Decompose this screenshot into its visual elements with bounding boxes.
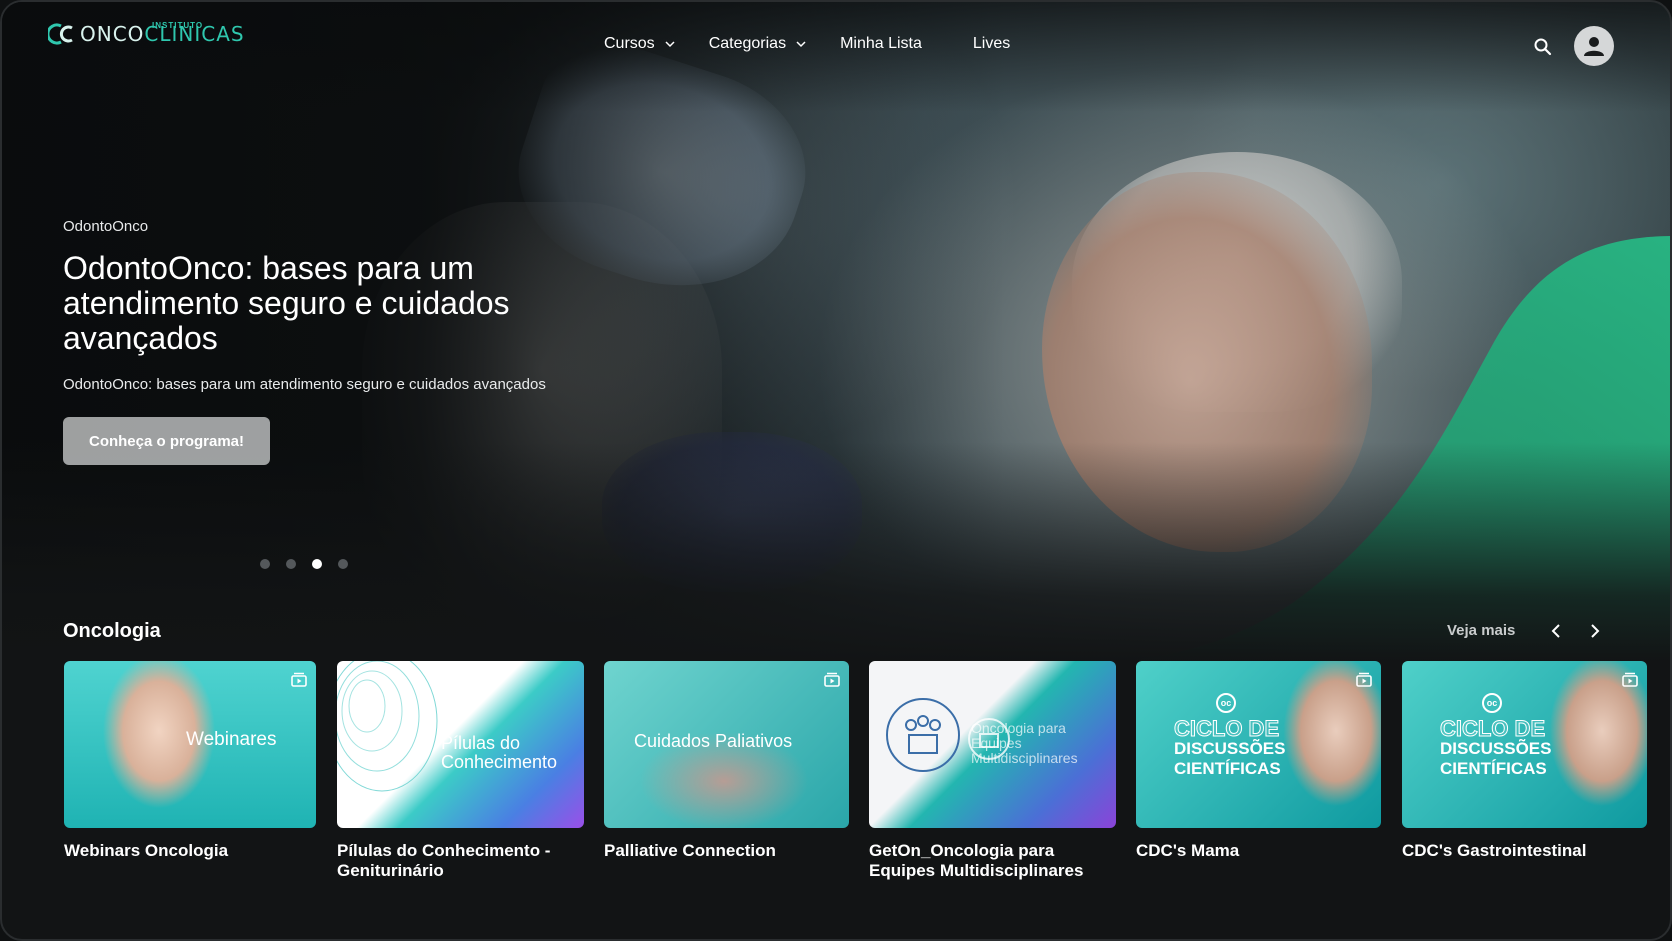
course-card[interactable]: Webinares Webinars Oncologia [64,661,316,861]
playlist-icon [291,672,307,687]
playlist-icon [1622,672,1638,687]
user-avatar[interactable] [1574,26,1614,66]
hero-content: OdontoOnco OdontoOnco: bases para um ate… [63,218,583,393]
menu-item-label: Minha Lista [840,35,922,52]
course-thumbnail[interactable]: oc CICLO DE DISCUSSÕES CIENTÍFICAS [1402,661,1647,828]
logo-subtitle: INSTITUTO [152,21,204,30]
app-window: INSTITUTO ONCOCLINICAS Cursos Categorias… [0,0,1672,941]
oc-logo-icon: oc [1216,693,1236,713]
course-thumbnail[interactable]: Oncologia para Equipes Multidisciplinare… [869,661,1116,828]
oc-logo-icon: oc [1482,693,1502,713]
thumbnail-label: Oncologia para Equipes Multidisciplinare… [971,720,1078,766]
playlist-icon [1356,672,1372,687]
menu-item-minha-lista[interactable]: Minha Lista [840,35,922,53]
menu-item-label: Categorias [708,35,787,52]
carousel-dot-1[interactable] [260,559,270,569]
course-thumbnail[interactable]: oc CICLO DE DISCUSSÕES CIENTÍFICAS [1136,661,1381,828]
chevron-down-icon [665,41,675,48]
thumbnail-label-line: DISCUSSÕES [1174,739,1286,758]
chevron-down-icon [796,41,806,48]
logo-text-main: ONCO [80,22,145,46]
course-title: CDC's Mama [1136,841,1240,860]
course-card[interactable]: Cuidados Paliativos Palliative Connectio… [604,661,849,861]
chevron-right-icon[interactable] [1584,621,1604,641]
course-thumbnail[interactable]: Webinares [64,661,316,828]
menu-item-cursos[interactable]: Cursos [604,35,675,53]
thumbnail-label-line: DISCUSSÕES [1440,739,1552,758]
hero-title: OdontoOnco: bases para um atendimento se… [63,250,510,356]
course-title: CDC's Gastrointestinal [1402,841,1587,860]
menu-item-categorias[interactable]: Categorias [709,35,806,53]
thumbnail-label: Webinares [186,729,277,750]
course-thumbnail[interactable]: Pílulas do Conhecimento [337,661,584,828]
section-title: Oncologia [63,620,161,642]
menu-item-lives[interactable]: Lives [973,35,1010,53]
course-card[interactable]: oc CICLO DE DISCUSSÕES CIENTÍFICAS CDC's… [1402,661,1647,861]
thumbnail-label-line: CIENTÍFICAS [1174,759,1281,778]
course-card[interactable]: oc CICLO DE DISCUSSÕES CIENTÍFICAS CDC's… [1136,661,1381,861]
team-icon [886,698,960,772]
hero-overlay-bottom [2,442,1670,662]
carousel-dot-4[interactable] [338,559,348,569]
main-menu: Cursos Categorias Minha Lista Lives [604,35,1044,53]
hero-kicker: OdontoOnco [63,218,149,235]
course-title: Webinars Oncologia [64,841,229,860]
playlist-icon [824,672,840,687]
carousel-dot-2[interactable] [286,559,296,569]
top-nav: INSTITUTO ONCOCLINICAS Cursos Categorias… [2,2,1670,92]
menu-item-label: Lives [972,35,1011,52]
brain-illustration [337,661,438,792]
course-title: GetOn_Oncologia para Equipes Multidiscip… [869,841,1084,880]
user-icon [1584,37,1604,56]
course-title: Palliative Connection [604,841,776,860]
cta-button[interactable]: Conheça o programa! [63,417,270,465]
see-more-link[interactable]: Veja mais [1447,622,1515,639]
course-thumbnail[interactable]: Cuidados Paliativos [604,661,849,828]
thumbnail-label: CICLO DE DISCUSSÕES CIENTÍFICAS [1439,716,1552,779]
course-title: Pílulas do Conhecimento - Geniturinário [337,841,551,880]
chevron-left-icon[interactable] [1547,621,1567,641]
search-icon[interactable] [1532,36,1554,58]
thumbnail-label-line: CICLO DE [1173,716,1280,741]
course-card[interactable]: Oncologia para Equipes Multidisciplinare… [869,661,1116,881]
hero-description: OdontoOnco: bases para um atendimento se… [63,376,546,393]
thumbnail-label-line: CICLO DE [1439,716,1546,741]
brand-logo[interactable]: INSTITUTO ONCOCLINICAS [48,21,245,46]
thumbnail-label-line: CIENTÍFICAS [1440,759,1547,778]
carousel-dots [260,559,348,569]
thumbnail-label: CICLO DE DISCUSSÕES CIENTÍFICAS [1173,716,1286,779]
menu-item-label: Cursos [604,35,655,52]
thumbnail-label: Cuidados Paliativos [634,731,793,751]
logo-icon [48,23,73,45]
carousel-dot-3[interactable] [312,559,322,569]
thumbnail-label: Pílulas do Conhecimento [441,733,558,772]
course-card[interactable]: Pílulas do Conhecimento Pílulas do Conhe… [337,661,584,881]
